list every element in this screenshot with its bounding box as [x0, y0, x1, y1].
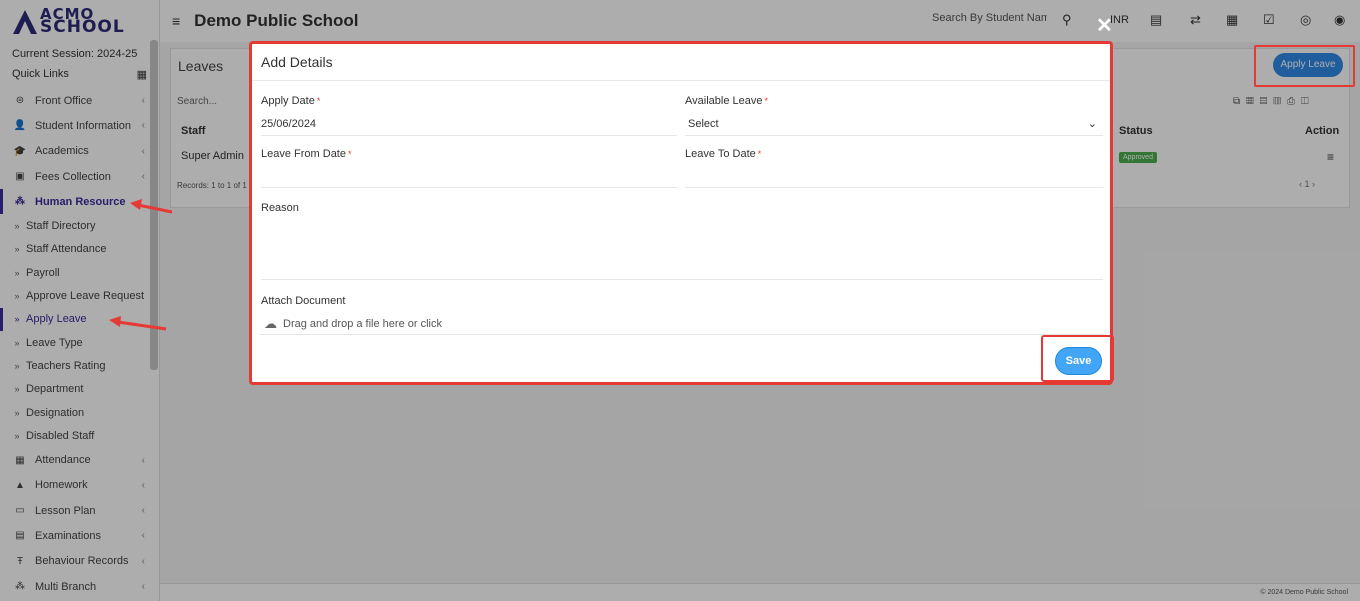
modal-title: Add Details	[252, 44, 1110, 81]
required-marker: *	[757, 149, 762, 159]
leave-from-date-label: Leave From Date *	[261, 148, 352, 160]
apply-leave-highlight	[1254, 45, 1355, 87]
arrow-annotation-apply-leave	[109, 316, 167, 331]
reason-textarea[interactable]	[261, 220, 1103, 280]
required-marker: *	[347, 149, 352, 159]
attach-document-label: Attach Document	[261, 295, 346, 307]
chevron-down-icon[interactable]: ⌄	[1088, 117, 1097, 130]
dropzone-divider	[260, 334, 1106, 335]
available-leave-label: Available Leave *	[685, 95, 768, 107]
arrow-annotation-human-resource	[130, 199, 173, 214]
apply-date-field[interactable]: 25/06/2024	[261, 114, 677, 136]
available-leave-select[interactable]: Select ⌄	[685, 114, 1103, 136]
file-dropzone[interactable]: ☁ Drag and drop a file here or click	[264, 316, 442, 332]
apply-date-label: Apply Date *	[261, 95, 321, 107]
close-icon[interactable]: ✕	[1096, 16, 1113, 36]
required-marker: *	[316, 96, 321, 106]
add-details-modal: Add Details Apply Date * 25/06/2024 Avail…	[249, 41, 1114, 385]
leave-to-date-label: Leave To Date *	[685, 148, 762, 160]
required-marker: *	[764, 96, 768, 106]
cloud-upload-icon: ☁	[264, 316, 277, 331]
save-highlight	[1041, 335, 1114, 382]
leave-from-date-field[interactable]	[261, 166, 677, 188]
dropzone-text: Drag and drop a file here or click	[283, 318, 442, 330]
leave-to-date-field[interactable]	[685, 166, 1103, 188]
reason-label: Reason	[261, 202, 299, 214]
